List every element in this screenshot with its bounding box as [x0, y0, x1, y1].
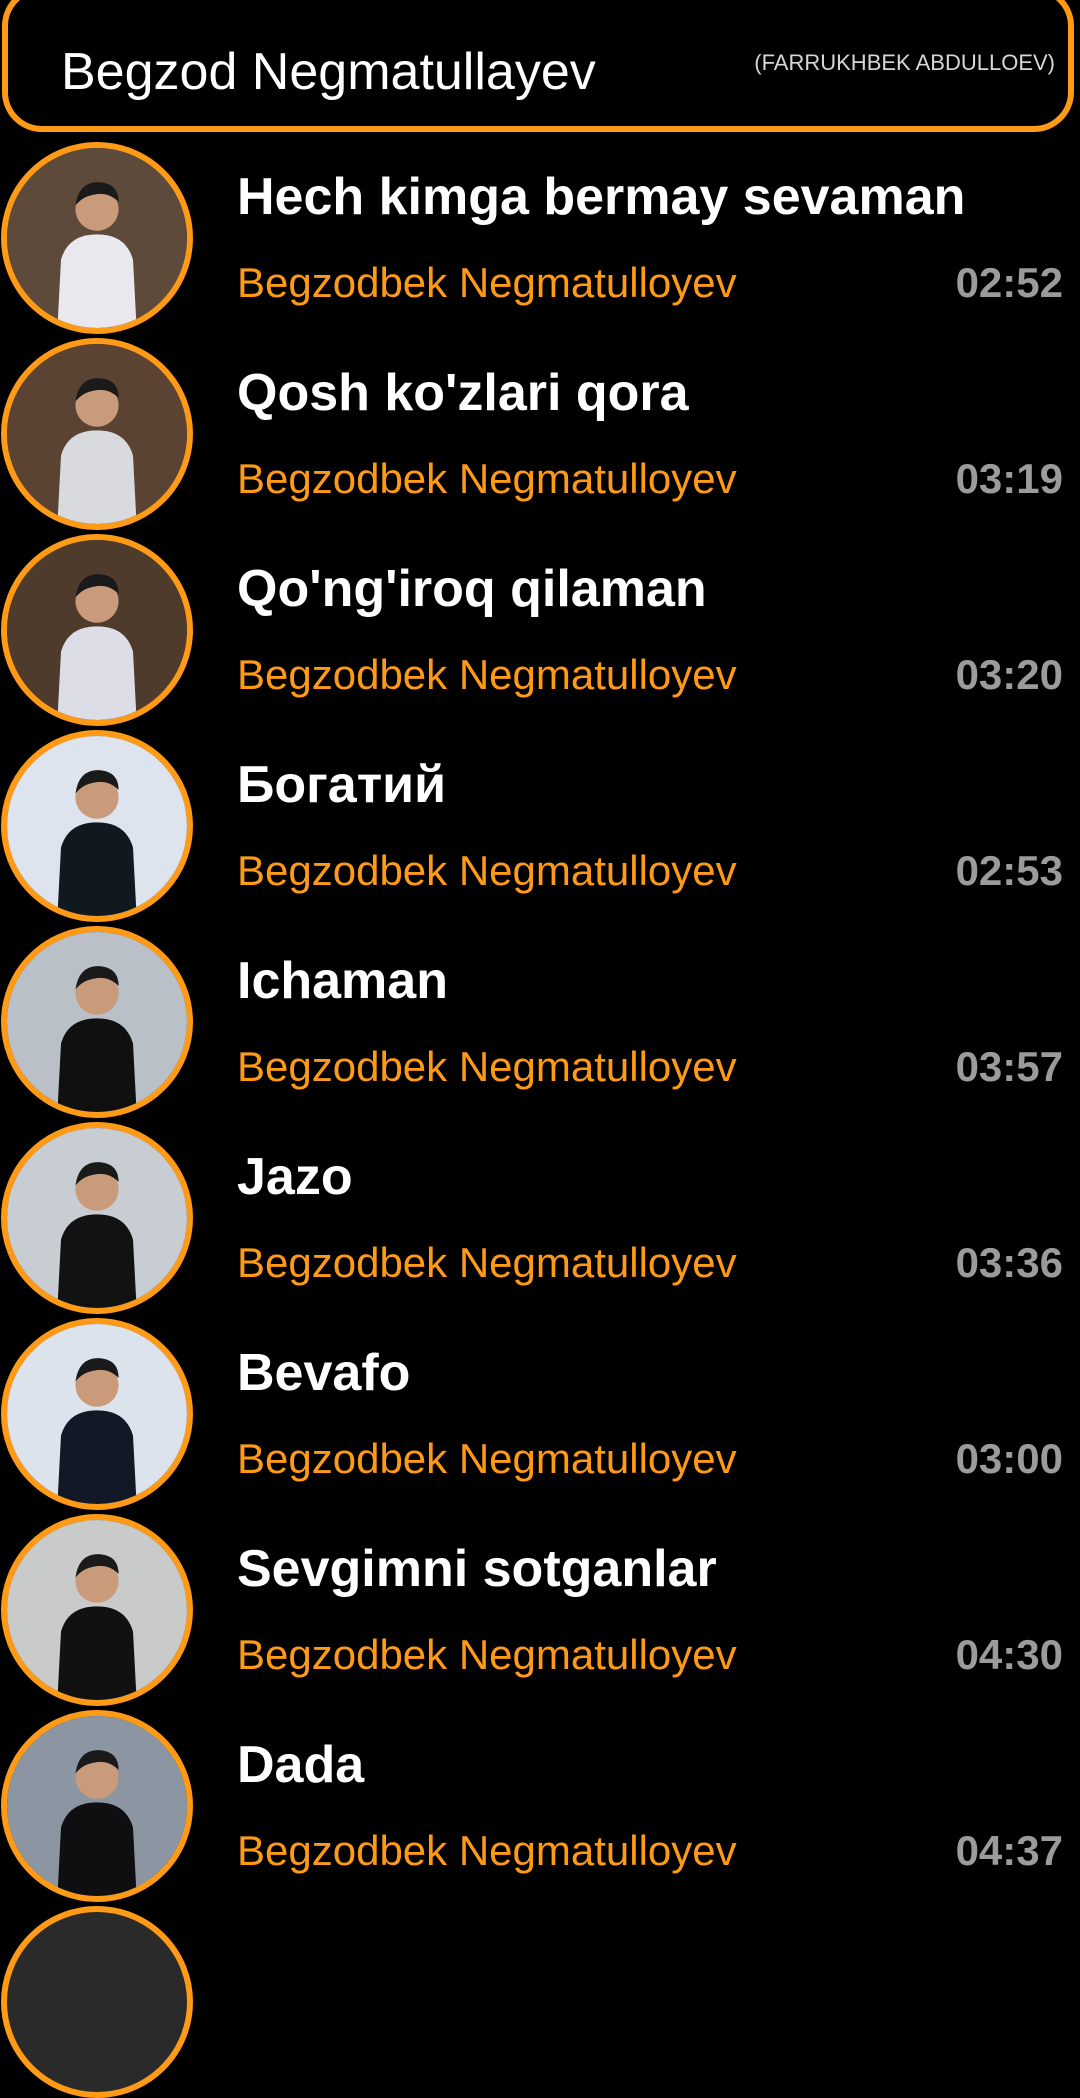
track-title: Hech kimga bermay sevaman [237, 168, 966, 226]
track-duration: 03:36 [955, 1239, 1063, 1286]
track-title: Qosh ko'zlari qora [237, 364, 689, 422]
track-avatar [1, 1514, 193, 1706]
track-artist: Begzodbek Negmatulloyev [237, 1239, 737, 1286]
track-artist: Begzodbek Negmatulloyev [237, 1631, 737, 1678]
playlist-subtitle: (FARRUKHBEK ABDULLOEV) [754, 50, 1055, 75]
track-duration: 03:57 [955, 1043, 1063, 1090]
track-duration: 03:20 [955, 651, 1063, 698]
track-row[interactable]: Ichaman Begzodbek Negmatulloyev 03:57 [0, 926, 1080, 1122]
track-row[interactable]: Sevgimni sotganlar Begzodbek Negmatulloye… [0, 1514, 1080, 1710]
track-duration: 02:53 [955, 847, 1063, 894]
playlist-title: Begzod Negmatullayev [61, 43, 596, 101]
track-avatar [1, 1318, 193, 1510]
track-title: Богатий [237, 756, 447, 814]
playlist-header: Begzod Negmatullayev (FARRUKHBEK ABDULLO… [2, 0, 1074, 132]
track-title: Qo'ng'iroq qilaman [237, 560, 707, 618]
track-avatar-partial[interactable] [1, 1906, 193, 2098]
track-row[interactable]: Bevafo Begzodbek Negmatulloyev 03:00 [0, 1318, 1080, 1514]
track-row[interactable]: Qosh ko'zlari qora Begzodbek Negmatulloye… [0, 338, 1080, 534]
track-title: Jazo [237, 1148, 353, 1206]
track-artist: Begzodbek Negmatulloyev [237, 455, 737, 502]
track-duration: 02:52 [955, 259, 1063, 306]
track-artist: Begzodbek Negmatulloyev [237, 847, 737, 894]
track-avatar [1, 338, 193, 530]
track-artist: Begzodbek Negmatulloyev [237, 1043, 737, 1090]
track-duration: 03:19 [955, 455, 1063, 502]
track-title: Ichaman [237, 952, 448, 1010]
track-avatar [1, 730, 193, 922]
track-row[interactable]: Богатий Begzodbek Negmatulloyev 02:53 [0, 730, 1080, 926]
track-artist: Begzodbek Negmatulloyev [237, 1827, 737, 1874]
track-duration: 04:30 [955, 1631, 1063, 1678]
track-avatar [1, 142, 193, 334]
track-list: Hech kimga bermay sevaman Begzodbek Negma… [0, 142, 1080, 1906]
track-artist: Begzodbek Negmatulloyev [237, 651, 737, 698]
track-title: Sevgimni sotganlar [237, 1540, 717, 1598]
track-avatar [1, 926, 193, 1118]
track-row[interactable]: Jazo Begzodbek Negmatulloyev 03:36 [0, 1122, 1080, 1318]
track-row[interactable]: Qo'ng'iroq qilaman Begzodbek Negmatulloye… [0, 534, 1080, 730]
track-row[interactable]: Hech kimga bermay sevaman Begzodbek Negma… [0, 142, 1080, 338]
track-artist: Begzodbek Negmatulloyev [237, 1435, 737, 1482]
track-title: Dada [237, 1736, 365, 1794]
track-duration: 04:37 [955, 1827, 1063, 1874]
track-avatar [1, 534, 193, 726]
track-artist: Begzodbek Negmatulloyev [237, 259, 737, 306]
track-avatar [1, 1710, 193, 1902]
track-title: Bevafo [237, 1344, 411, 1402]
track-avatar [1, 1122, 193, 1314]
track-duration: 03:00 [955, 1435, 1063, 1482]
track-row[interactable]: Dada Begzodbek Negmatulloyev 04:37 [0, 1710, 1080, 1906]
